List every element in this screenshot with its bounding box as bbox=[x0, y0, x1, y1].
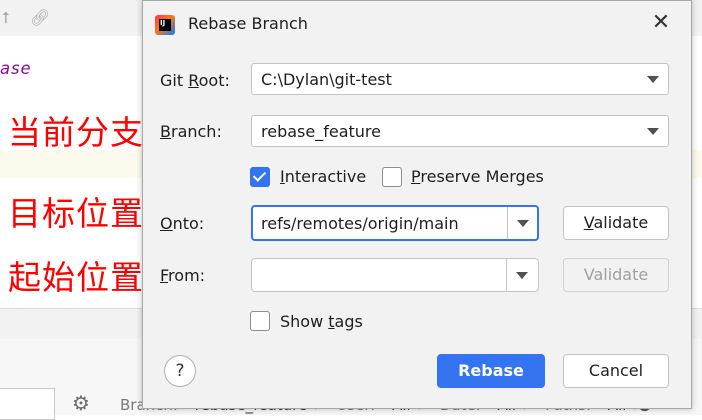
from-label: From: bbox=[160, 266, 205, 286]
onto-label-mnemonic: O bbox=[160, 214, 173, 233]
rebase-branch-dialog: IJ Rebase Branch ✕ Git Root: C:\Dylan\gi… bbox=[142, 0, 692, 409]
onto-label: Onto: bbox=[160, 214, 204, 234]
from-combobox[interactable] bbox=[251, 258, 539, 292]
git-root-label-post: oot: bbox=[198, 71, 230, 90]
arrow-up-icon[interactable]: ⭡ bbox=[2, 8, 10, 28]
close-icon[interactable]: ✕ bbox=[645, 7, 677, 39]
from-label-mnemonic: F bbox=[160, 266, 169, 285]
validate-onto-button[interactable]: Validate bbox=[563, 206, 669, 240]
branch-label-post: ranch: bbox=[170, 122, 222, 141]
preserve-merges-label-mnemonic: P bbox=[411, 167, 421, 186]
git-root-value: C:\Dylan\git-test bbox=[261, 70, 392, 89]
link-icon[interactable]: 🔗︎ bbox=[30, 8, 50, 28]
log-search-input[interactable] bbox=[0, 388, 55, 420]
git-root-dropdown[interactable]: C:\Dylan\git-test bbox=[251, 63, 669, 95]
combo-separator bbox=[507, 207, 508, 239]
git-root-label-pre: Git bbox=[160, 71, 189, 90]
show-tags-label-post: ags bbox=[334, 312, 363, 331]
from-label-post: rom: bbox=[168, 266, 206, 285]
gear-icon[interactable]: ⚙ bbox=[72, 391, 90, 415]
annotation-target-position: 目标位置 bbox=[8, 194, 144, 233]
show-tags-label-pre: Show bbox=[280, 312, 329, 331]
chevron-down-icon[interactable] bbox=[516, 272, 528, 279]
preserve-merges-checkbox[interactable] bbox=[382, 167, 402, 187]
onto-input[interactable]: refs/remotes/origin/main bbox=[261, 214, 459, 233]
chevron-down-icon bbox=[647, 128, 659, 135]
cancel-button[interactable]: Cancel bbox=[563, 354, 669, 388]
branch-dropdown[interactable]: rebase_feature bbox=[251, 115, 669, 147]
chevron-down-icon[interactable] bbox=[517, 220, 529, 227]
validate-from-button[interactable]: Validate bbox=[563, 258, 669, 292]
preserve-merges-label-post: reserve Merges bbox=[420, 167, 544, 186]
interactive-label-post: nteractive bbox=[284, 167, 367, 186]
validate-onto-label-post: alidate bbox=[593, 213, 649, 232]
onto-combobox[interactable]: refs/remotes/origin/main bbox=[251, 205, 539, 241]
intellij-logo-icon: IJ bbox=[155, 15, 175, 35]
chevron-down-icon bbox=[647, 76, 659, 83]
interactive-checkbox[interactable] bbox=[250, 167, 270, 187]
rebase-button[interactable]: Rebase bbox=[437, 354, 545, 388]
combo-separator bbox=[506, 259, 507, 291]
git-root-label-mnemonic: R bbox=[188, 71, 199, 90]
branch-label: Branch: bbox=[160, 122, 222, 142]
help-icon[interactable]: ? bbox=[164, 355, 196, 387]
onto-label-post: nto: bbox=[172, 214, 205, 233]
interactive-label[interactable]: Interactive bbox=[280, 167, 366, 187]
annotation-current-branch: 当前分支 bbox=[8, 113, 144, 152]
show-tags-label[interactable]: Show tags bbox=[280, 312, 363, 332]
dialog-title: Rebase Branch bbox=[188, 14, 308, 33]
branch-label-mnemonic: B bbox=[160, 122, 171, 141]
annotation-start-position: 起始位置 bbox=[8, 258, 144, 297]
dialog-titlebar: IJ Rebase Branch ✕ bbox=[143, 1, 691, 47]
branch-value: rebase_feature bbox=[261, 122, 381, 141]
validate-onto-label-mnemonic: V bbox=[583, 213, 594, 232]
show-tags-checkbox[interactable] bbox=[250, 311, 270, 331]
git-root-label: Git Root: bbox=[160, 71, 230, 91]
preserve-merges-label[interactable]: Preserve Merges bbox=[411, 167, 544, 187]
code-keyword: ase bbox=[0, 59, 31, 79]
